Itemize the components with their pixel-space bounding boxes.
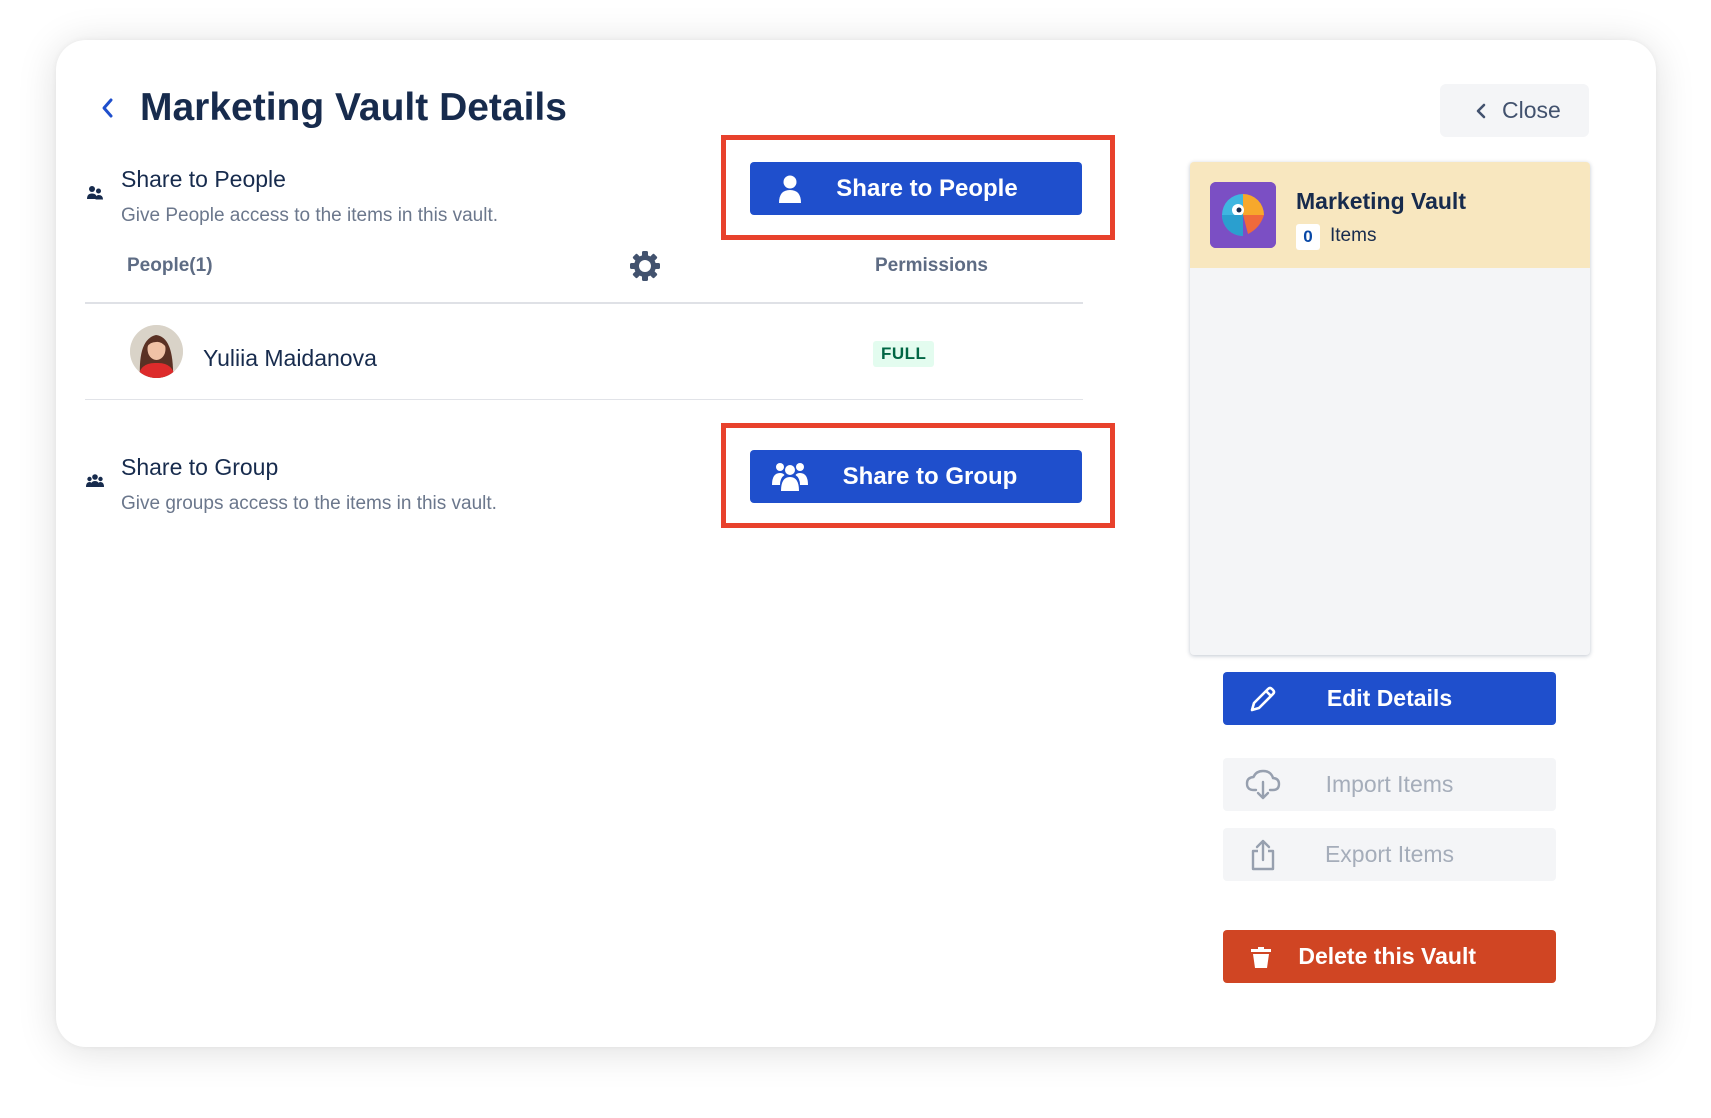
permissions-column-header: Permissions <box>875 255 988 276</box>
vault-card-header: Marketing Vault 0 Items <box>1190 162 1590 268</box>
share-to-group-button[interactable]: Share to Group <box>750 450 1082 503</box>
import-items-label: Import Items <box>1325 771 1454 797</box>
share-to-people-label: Share to People <box>836 174 1018 202</box>
user-icon <box>779 175 801 203</box>
edit-details-button[interactable]: Edit Details <box>1223 672 1556 725</box>
close-button[interactable]: Close <box>1440 84 1589 137</box>
back-button[interactable] <box>96 92 120 124</box>
vault-items-label: Items <box>1330 225 1377 246</box>
share-to-people-button[interactable]: Share to People <box>750 162 1082 215</box>
people-column-header: People(1) <box>127 255 213 276</box>
vault-item-count: 0 <box>1296 224 1320 250</box>
share-to-group-label: Share to Group <box>842 462 1018 490</box>
gear-icon[interactable] <box>629 250 661 282</box>
share-people-description: Give People access to the items in this … <box>121 205 499 226</box>
edit-details-label: Edit Details <box>1326 685 1453 711</box>
share-upload-icon <box>1251 839 1275 870</box>
close-label: Close <box>1502 97 1561 123</box>
chevron-left-icon <box>102 98 113 118</box>
export-items-button[interactable]: Export Items <box>1223 828 1556 881</box>
group-icon <box>772 462 808 491</box>
pencil-icon <box>1250 686 1276 711</box>
chevron-left-icon <box>1476 103 1486 118</box>
import-items-button[interactable]: Import Items <box>1223 758 1556 811</box>
avatar <box>130 325 183 378</box>
vault-logo <box>1210 182 1276 248</box>
vault-card: Marketing Vault 0 Items <box>1190 162 1590 655</box>
page-title: Marketing Vault Details <box>140 86 567 129</box>
person-name: Yuliia Maidanova <box>203 345 377 371</box>
table-header-divider <box>85 302 1083 304</box>
cloud-download-icon <box>1245 769 1281 799</box>
people-icon <box>87 186 103 200</box>
share-group-title: Share to Group <box>121 454 279 480</box>
permission-badge: FULL <box>873 341 935 367</box>
group-icon <box>86 474 104 487</box>
share-people-title: Share to People <box>121 166 286 192</box>
delete-vault-button[interactable]: Delete this Vault <box>1223 930 1556 983</box>
table-row-divider <box>85 399 1083 400</box>
vault-name: Marketing Vault <box>1296 188 1466 214</box>
delete-vault-label: Delete this Vault <box>1298 943 1476 969</box>
trash-icon <box>1250 946 1271 968</box>
share-group-description: Give groups access to the items in this … <box>121 493 497 514</box>
export-items-label: Export Items <box>1324 841 1455 867</box>
